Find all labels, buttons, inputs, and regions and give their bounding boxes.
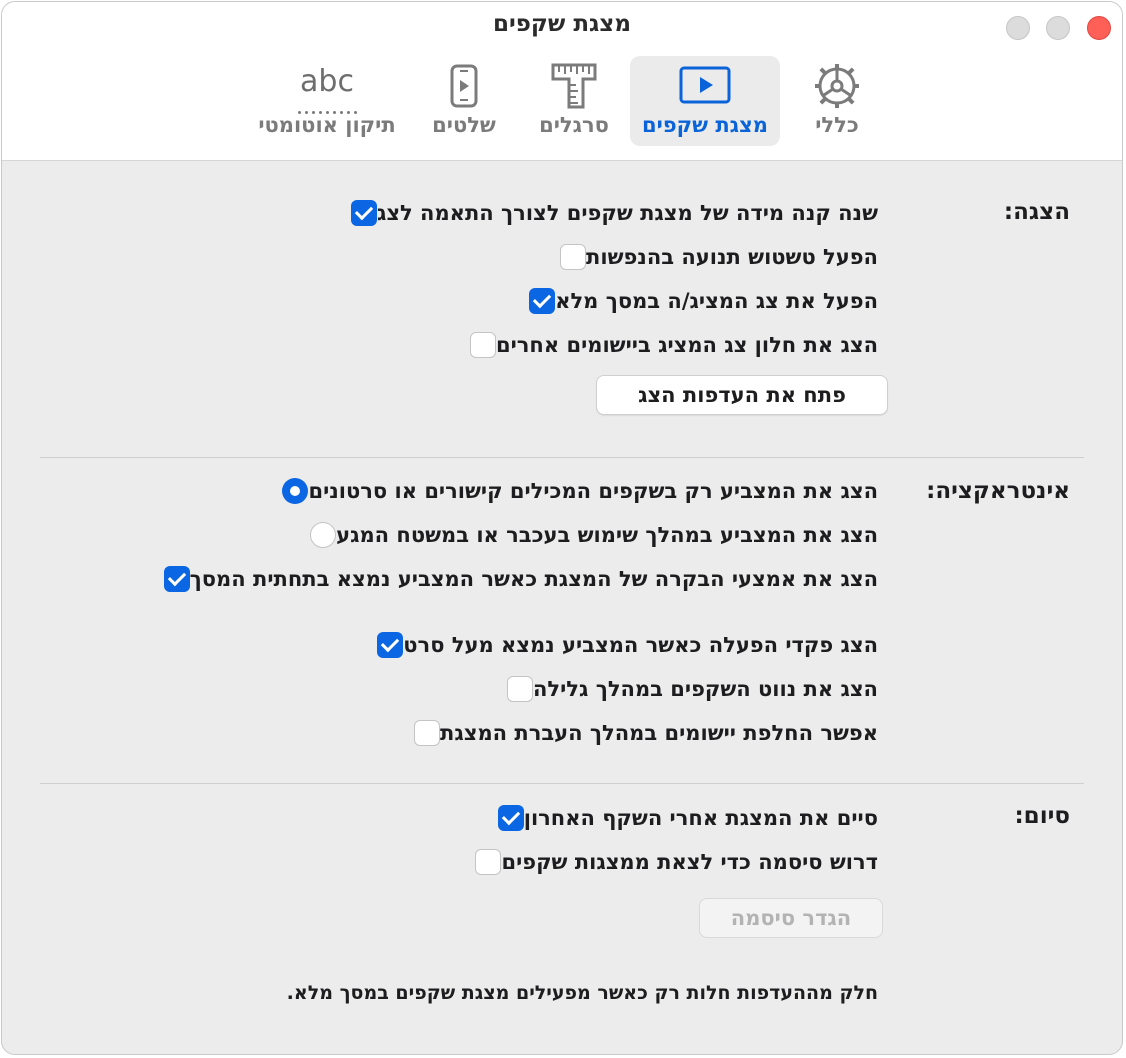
slide-navigator-checkbox[interactable] — [506, 676, 533, 702]
interaction-radio-links-only[interactable]: הצג את המצביע רק בשקפים המכילים קישורים … — [272, 476, 878, 506]
presenter-fullscreen-checkbox[interactable] — [529, 288, 556, 314]
scale-slideshow-checkbox[interactable] — [350, 200, 377, 226]
tab-rulers-label: סרגלים — [539, 113, 609, 137]
pointer-links-only-label: הצג את המצביע רק בשקפים המכילים קישורים … — [308, 479, 878, 503]
interaction-radio-mouse[interactable]: הצג את המצביע במהלך שימוש בעכבר או במשטח… — [300, 520, 878, 550]
interaction-option-navigator[interactable]: הצג את נווט השקפים במהלך גלילה — [497, 674, 878, 704]
tab-slideshow-label: מצגת שקפים — [642, 113, 768, 137]
display-option-presenter-fullscreen[interactable]: הפעל את צג המציג/ה במסך מלא — [519, 286, 878, 316]
scale-slideshow-label: שנה קנה מידה של מצגת שקפים לצורך התאמה ל… — [376, 201, 878, 225]
zoom-window-button[interactable] — [1046, 16, 1070, 40]
play-slideshow-icon — [630, 64, 780, 108]
footnote: חלק מההעדפות חלות רק כאשר מפעילים מצגת ש… — [286, 982, 878, 1004]
interaction-option-controls[interactable]: הצג את אמצעי הבקרה של המצגת כאשר המצביע … — [154, 564, 878, 594]
tab-rulers[interactable]: סרגלים — [524, 56, 624, 146]
playback-controls-label: הצג פקדי הפעלה כאשר המצביע נמצא מעל סרט — [403, 633, 878, 657]
show-controls-checkbox[interactable] — [163, 566, 190, 592]
display-section-label: הצגה: — [1003, 199, 1070, 225]
interaction-option-playback[interactable]: הצג פקדי הפעלה כאשר המצביע נמצא מעל סרט — [367, 630, 878, 660]
app-switching-checkbox[interactable] — [414, 720, 441, 746]
require-password-label: דרוש סיסמה כדי לצאת ממצגות שקפים — [501, 850, 878, 874]
slide-navigator-label: הצג את נווט השקפים במהלך גלילה — [532, 677, 878, 701]
tab-autocorrect[interactable]: abc תיקון אוטומטי — [252, 56, 402, 146]
end-option-require-password[interactable]: דרוש סיסמה כדי לצאת ממצגות שקפים — [465, 847, 878, 877]
pointer-links-only-radio[interactable] — [282, 478, 309, 504]
presenter-window-checkbox[interactable] — [469, 332, 496, 358]
tab-remotes-label: שלטים — [432, 113, 496, 137]
display-option-motion-blur[interactable]: הפעל טשטוש תנועה בהנפשות — [550, 242, 878, 272]
tab-autocorrect-label: תיקון אוטומטי — [258, 113, 396, 137]
presenter-window-label: הצג את חלון צג המציג ביישומים אחרים — [495, 333, 878, 357]
section-divider — [40, 457, 1084, 458]
interaction-section-label: אינטראקציה: — [926, 478, 1070, 504]
gear-icon — [786, 64, 888, 108]
open-display-preferences-button[interactable]: פתח את העדפות הצג — [596, 375, 888, 415]
close-window-button[interactable] — [1087, 16, 1111, 40]
interaction-option-app-switching[interactable]: אפשר החלפת יישומים במהלך העברת המצגת — [404, 718, 878, 748]
end-section-label: סיום: — [1014, 803, 1070, 829]
display-option-scale[interactable]: שנה קנה מידה של מצגת שקפים לצורך התאמה ל… — [341, 198, 878, 228]
toolbar: מצגת שקפים כללי מצגת שקפים סרגלים שלטים … — [2, 2, 1122, 161]
section-divider — [40, 783, 1084, 784]
pointer-mouse-label: הצג את המצביע במהלך שימוש בעכבר או במשטח… — [336, 523, 878, 547]
pointer-mouse-radio[interactable] — [310, 522, 337, 548]
require-password-checkbox[interactable] — [475, 849, 502, 875]
end-after-last-checkbox[interactable] — [497, 805, 524, 831]
playback-controls-checkbox[interactable] — [377, 632, 404, 658]
show-controls-label: הצג את אמצעי הבקרה של המצגת כאשר המצביע … — [189, 567, 878, 591]
end-after-last-label: סיים את המצגת אחרי השקף האחרון — [523, 806, 878, 830]
tab-general-label: כללי — [815, 113, 859, 137]
window-title: מצגת שקפים — [493, 11, 631, 37]
preferences-window: מצגת שקפים כללי מצגת שקפים סרגלים שלטים … — [1, 1, 1123, 1055]
end-option-after-last[interactable]: סיים את המצגת אחרי השקף האחרון — [488, 803, 878, 833]
ruler-icon — [524, 63, 624, 109]
app-switching-label: אפשר החלפת יישומים במהלך העברת המצגת — [440, 721, 878, 745]
set-password-button[interactable]: הגדר סיסמה — [699, 898, 883, 938]
tab-general[interactable]: כללי — [786, 56, 888, 146]
presenter-fullscreen-label: הפעל את צג המציג/ה במסך מלא — [555, 289, 878, 313]
tab-remotes[interactable]: שלטים — [418, 56, 510, 146]
motion-blur-checkbox[interactable] — [560, 244, 587, 270]
remote-icon — [418, 64, 510, 108]
tab-slideshow[interactable]: מצגת שקפים — [630, 56, 780, 146]
display-option-presenter-window[interactable]: הצג את חלון צג המציג ביישומים אחרים — [460, 330, 878, 360]
minimize-window-button[interactable] — [1006, 16, 1030, 40]
motion-blur-label: הפעל טשטוש תנועה בהנפשות — [586, 245, 878, 269]
